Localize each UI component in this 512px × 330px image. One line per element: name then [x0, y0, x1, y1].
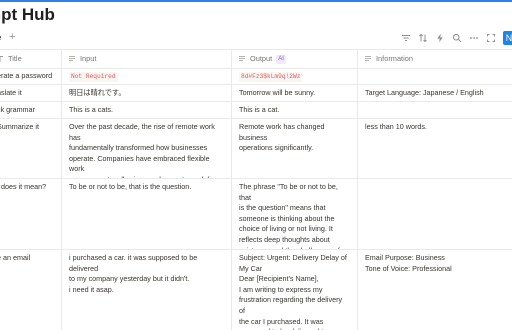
page-title: mpt Hub — [0, 5, 55, 24]
cell-title[interactable]: e an email — [0, 250, 62, 330]
cell-output[interactable]: This is a cat. — [232, 102, 358, 118]
search-icon[interactable] — [452, 33, 462, 43]
filter-icon[interactable] — [401, 33, 411, 43]
input-code: Not Required — [69, 72, 118, 82]
table-row[interactable]: nslate it 明日は晴れです。 Tomorrow will be sunn… — [0, 85, 512, 102]
column-header-information[interactable]: Information — [358, 50, 512, 68]
add-view-button[interactable]: + — [9, 31, 15, 43]
column-header-title[interactable]: Title — [0, 50, 62, 68]
cell-info[interactable] — [358, 68, 512, 84]
column-label: Title — [8, 53, 22, 63]
expand-icon[interactable] — [486, 33, 496, 43]
top-accent-line — [0, 0, 512, 2]
cell-title[interactable]: nslate it — [0, 85, 62, 101]
cell-output[interactable]: Tomorrow will be sunny. — [232, 85, 358, 101]
cell-title[interactable]: erate a password — [0, 68, 62, 84]
cell-input[interactable]: Over the past decade, the rise of remote… — [62, 119, 232, 178]
cell-info[interactable]: Email Purpose: Business Tone of Voice: P… — [358, 250, 512, 330]
view-toolbar: e + N — [0, 31, 512, 49]
text-lines-icon — [68, 55, 76, 63]
lightning-icon[interactable] — [435, 33, 445, 43]
more-icon[interactable] — [469, 33, 479, 43]
table-row[interactable]: Summarize it Over the past decade, the r… — [0, 119, 512, 179]
cell-input[interactable]: Not Required — [62, 68, 232, 84]
cell-info[interactable] — [358, 179, 512, 249]
cell-title[interactable]: ck grammar — [0, 102, 62, 118]
column-label: Information — [376, 53, 413, 63]
output-code: 8d#Fz3$kLm9q!2Wz — [239, 72, 303, 82]
cell-title[interactable]: t does it mean? — [0, 179, 62, 249]
table-row[interactable]: erate a password Not Required 8d#Fz3$kLm… — [0, 68, 512, 85]
cell-output[interactable]: The phrase "To be or not to be, that is … — [232, 179, 358, 249]
cell-info[interactable]: Target Language: Japanese / English — [358, 85, 512, 101]
view-tab[interactable]: e — [0, 33, 1, 42]
table-header: Title Input Output AI Information — [0, 49, 512, 69]
cell-input[interactable]: i purchased a car. it was supposed to be… — [62, 250, 232, 330]
column-label: Output — [250, 53, 273, 63]
cell-input[interactable]: This is a cats. — [62, 102, 232, 118]
table-row[interactable]: ck grammar This is a cats. This is a cat… — [0, 102, 512, 119]
column-label: Input — [80, 53, 97, 63]
text-lines-icon — [364, 55, 372, 63]
cell-info[interactable] — [358, 102, 512, 118]
cell-output[interactable]: Subject: Urgent: Delivery Delay of My Ca… — [232, 250, 358, 330]
new-button[interactable]: N — [503, 31, 512, 45]
cell-output[interactable]: 8d#Fz3$kLm9q!2Wz — [232, 68, 358, 84]
ai-badge: AI — [276, 54, 286, 64]
cell-input[interactable]: To be or not to be, that is the question… — [62, 179, 232, 249]
sort-icon[interactable] — [418, 33, 428, 43]
table-row[interactable]: t does it mean? To be or not to be, that… — [0, 179, 512, 250]
text-lines-icon — [238, 55, 246, 63]
table-row[interactable]: e an email i purchased a car. it was sup… — [0, 250, 512, 330]
cell-input[interactable]: 明日は晴れです。 — [62, 85, 232, 101]
cell-output[interactable]: Remote work has changed business operati… — [232, 119, 358, 178]
text-icon — [0, 55, 4, 63]
column-header-input[interactable]: Input — [62, 50, 232, 68]
cell-info[interactable]: less than 10 words. — [358, 119, 512, 178]
toolbar-actions — [401, 33, 496, 43]
column-header-output[interactable]: Output AI — [232, 50, 358, 68]
cell-title[interactable]: Summarize it — [0, 119, 62, 178]
